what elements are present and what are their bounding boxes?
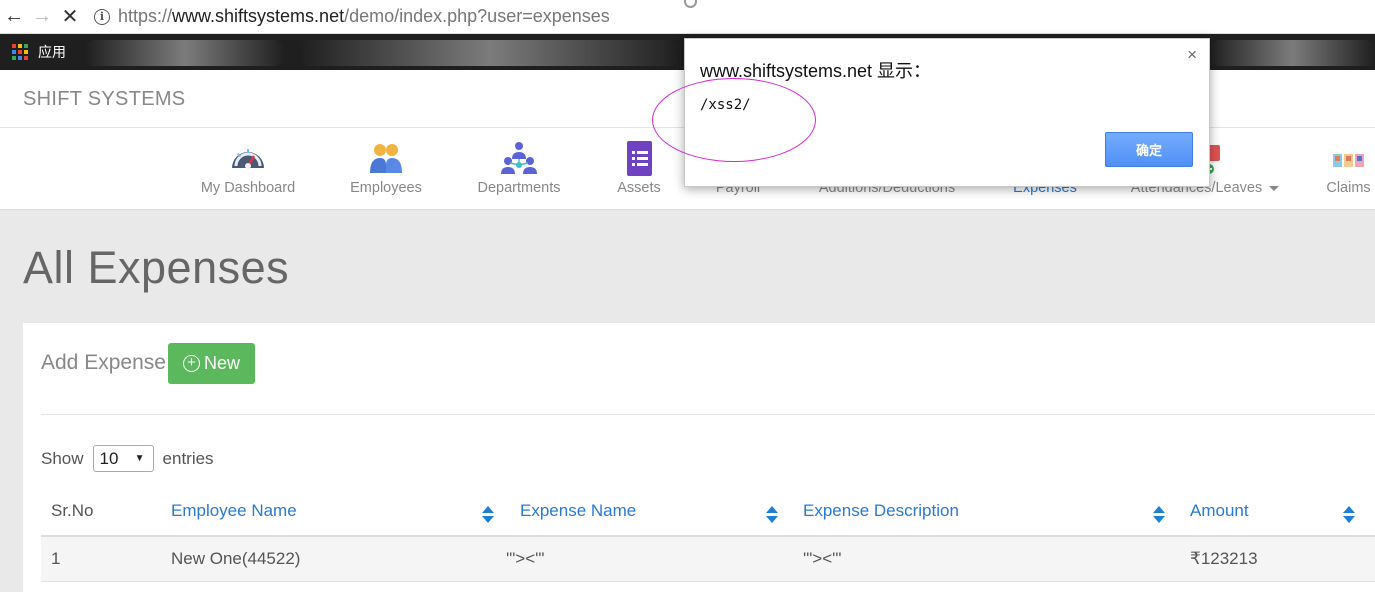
nav-label: Departments: [477, 180, 561, 196]
sort-icon[interactable]: [1343, 506, 1355, 524]
plus-circle-icon: +: [182, 355, 200, 372]
redacted-bookmarks: [85, 40, 285, 66]
nav-label: My Dashboard: [200, 180, 296, 196]
new-button-label: New: [203, 353, 240, 373]
show-label: Show: [41, 448, 84, 468]
column-header-amount[interactable]: Amount: [1190, 501, 1249, 521]
ok-button[interactable]: 确定: [1105, 132, 1193, 167]
entries-select[interactable]: 10 ▼: [92, 445, 154, 472]
url-path: /demo/index.php?user=expenses: [344, 6, 610, 26]
sort-icon[interactable]: [482, 506, 494, 524]
cell-expense-name: '"><'": [506, 549, 545, 568]
stop-loading-icon[interactable]: ✕: [56, 0, 84, 34]
new-expense-button[interactable]: + New: [168, 343, 255, 384]
nav-claims[interactable]: Claims: [1322, 128, 1375, 210]
bookmark-apps-label[interactable]: 应用: [38, 42, 66, 62]
sort-icon[interactable]: [766, 506, 778, 524]
brand-logo-text[interactable]: SHIFT SYSTEMS: [23, 88, 185, 111]
annotation-ellipse: [652, 78, 816, 162]
nav-label: Claims: [1326, 180, 1371, 196]
redacted-bookmarks: [1210, 40, 1375, 66]
cell-sr-no: 1: [51, 549, 61, 568]
entries-select-value: 10: [99, 448, 119, 468]
apps-grid-icon[interactable]: [12, 44, 28, 60]
nav-my-dashboard[interactable]: My Dashboard: [199, 128, 297, 210]
dashboard-gauge-icon: [232, 149, 264, 169]
page-title: All Expenses: [23, 242, 290, 293]
back-arrow-icon[interactable]: ←: [0, 0, 28, 34]
cell-amount: ₹123213: [1190, 549, 1258, 568]
url-scheme: https://: [118, 6, 173, 26]
assets-form-icon: [627, 141, 652, 176]
employees-icon: [370, 144, 402, 173]
column-header-sr-no[interactable]: Sr.No: [51, 501, 94, 521]
nav-departments[interactable]: Departments: [474, 128, 564, 210]
url-field[interactable]: https://www.shiftsystems.net/demo/index.…: [118, 6, 610, 27]
site-info-icon[interactable]: i: [94, 8, 110, 25]
departments-icon: [501, 142, 537, 174]
select-arrow-icon: ▼: [134, 453, 145, 464]
divider: [41, 414, 1375, 415]
sort-icon[interactable]: [1153, 506, 1165, 524]
expenses-panel: Add Expense + New Show 10 ▼ entries Sr.N…: [23, 323, 1375, 592]
entries-length-control: Show 10 ▼ entries: [41, 445, 214, 472]
nav-employees[interactable]: Employees: [347, 128, 425, 210]
claims-icon: [1332, 154, 1364, 167]
url-host: www.shiftsystems.net: [172, 6, 345, 26]
add-expense-label: Add Expense: [41, 351, 166, 374]
nav-assets[interactable]: Assets: [612, 128, 666, 210]
column-header-expense-name[interactable]: Expense Name: [520, 501, 636, 521]
dropdown-caret-icon: [1269, 185, 1280, 191]
close-icon[interactable]: ×: [1187, 45, 1197, 65]
forward-arrow-icon[interactable]: →: [28, 0, 56, 34]
cell-employee-name: New One(44522): [171, 549, 301, 568]
redacted-bookmarks: [300, 40, 680, 66]
nav-label: Assets: [617, 180, 661, 196]
cell-expense-description: '"><'": [803, 549, 842, 568]
column-header-expense-description[interactable]: Expense Description: [803, 501, 959, 521]
entries-label: entries: [162, 448, 214, 468]
column-header-employee-name[interactable]: Employee Name: [171, 501, 297, 521]
nav-label: Employees: [350, 180, 422, 196]
